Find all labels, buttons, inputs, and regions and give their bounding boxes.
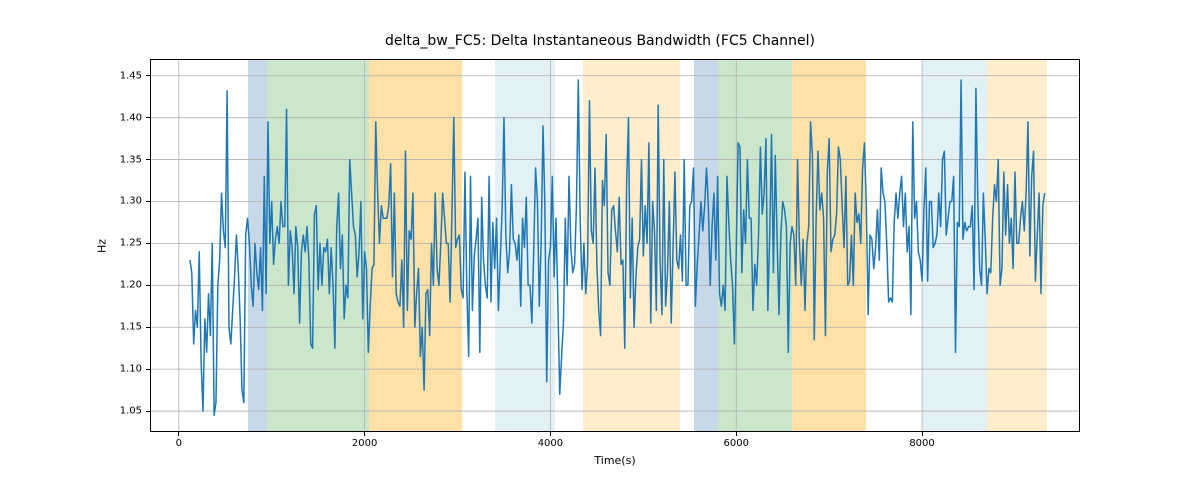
- y-tick-mark: [146, 117, 150, 118]
- y-tick-label: 1.35: [120, 154, 142, 165]
- x-tick-mark: [550, 432, 551, 436]
- y-tick-mark: [146, 75, 150, 76]
- x-tick-mark: [178, 432, 179, 436]
- y-tick-label: 1.15: [120, 322, 142, 333]
- y-tick-mark: [146, 159, 150, 160]
- x-tick-label: 0: [176, 438, 182, 449]
- x-tick-label: 2000: [352, 438, 377, 449]
- y-tick-label: 1.45: [120, 70, 142, 81]
- y-tick-label: 1.10: [120, 364, 142, 375]
- x-tick-mark: [364, 432, 365, 436]
- x-axis-label: Time(s): [594, 454, 635, 467]
- y-tick-mark: [146, 243, 150, 244]
- y-tick-mark: [146, 411, 150, 412]
- chart-figure: delta_bw_FC5: Delta Instantaneous Bandwi…: [0, 0, 1200, 500]
- x-tick-label: 6000: [724, 438, 749, 449]
- y-tick-label: 1.25: [120, 238, 142, 249]
- line-series-delta-bw-fc5: [190, 80, 1045, 415]
- y-tick-label: 1.30: [120, 196, 142, 207]
- y-tick-label: 1.40: [120, 112, 142, 123]
- chart-title: delta_bw_FC5: Delta Instantaneous Bandwi…: [0, 33, 1200, 49]
- y-tick-mark: [146, 369, 150, 370]
- chart-axes: [150, 59, 1080, 432]
- plot-canvas: [150, 59, 1080, 432]
- x-tick-mark: [736, 432, 737, 436]
- x-tick-label: 4000: [538, 438, 563, 449]
- y-axis-label: Hz: [96, 238, 109, 252]
- y-tick-mark: [146, 201, 150, 202]
- x-tick-label: 8000: [909, 438, 934, 449]
- y-tick-mark: [146, 327, 150, 328]
- y-tick-mark: [146, 285, 150, 286]
- x-tick-mark: [922, 432, 923, 436]
- y-tick-label: 1.05: [120, 406, 142, 417]
- y-tick-label: 1.20: [120, 280, 142, 291]
